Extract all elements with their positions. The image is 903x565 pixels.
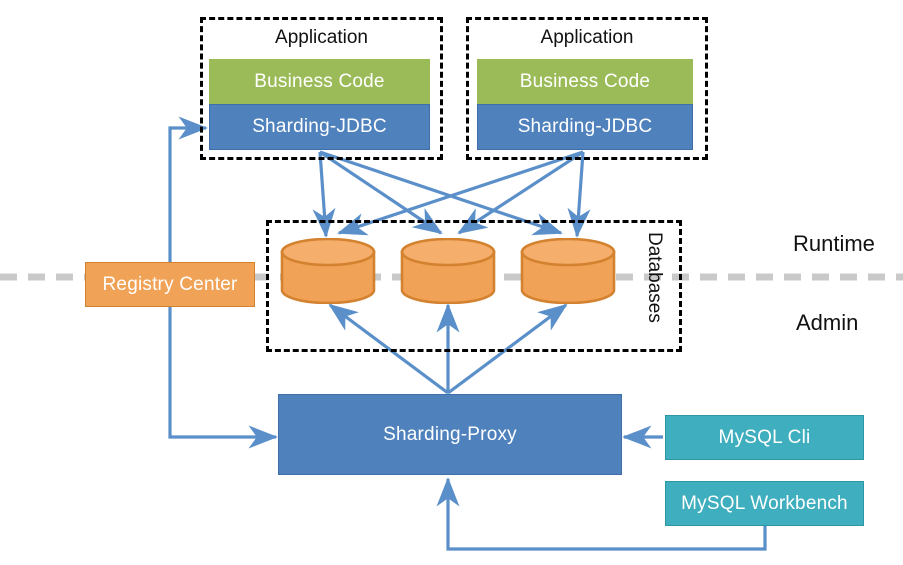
databases-group-label: Databases <box>644 232 665 323</box>
mysql-workbench-box: MySQL Workbench <box>665 481 864 526</box>
database-cylinder-2 <box>400 238 496 304</box>
sharding-jdbc-box-2: Sharding-JDBC <box>477 104 693 150</box>
application-1-title: Application <box>275 27 368 48</box>
sharding-jdbc-box-1: Sharding-JDBC <box>209 104 430 150</box>
database-cylinder-1 <box>280 238 376 304</box>
sharding-proxy-box: Sharding-Proxy <box>278 394 622 475</box>
arrow-registry-to-proxy <box>168 290 278 449</box>
registry-center-box: Registry Center <box>85 262 255 307</box>
business-code-box-1: Business Code <box>209 59 430 104</box>
business-code-box-2: Business Code <box>477 59 693 104</box>
database-cylinder-3 <box>520 238 616 304</box>
diagram-canvas: Application Business Code Sharding-JDBC … <box>0 0 903 565</box>
admin-layer-label: Admin <box>796 310 859 335</box>
mysql-cli-box: MySQL Cli <box>665 415 864 460</box>
runtime-layer-label: Runtime <box>793 231 875 256</box>
application-2-title: Application <box>540 27 634 48</box>
